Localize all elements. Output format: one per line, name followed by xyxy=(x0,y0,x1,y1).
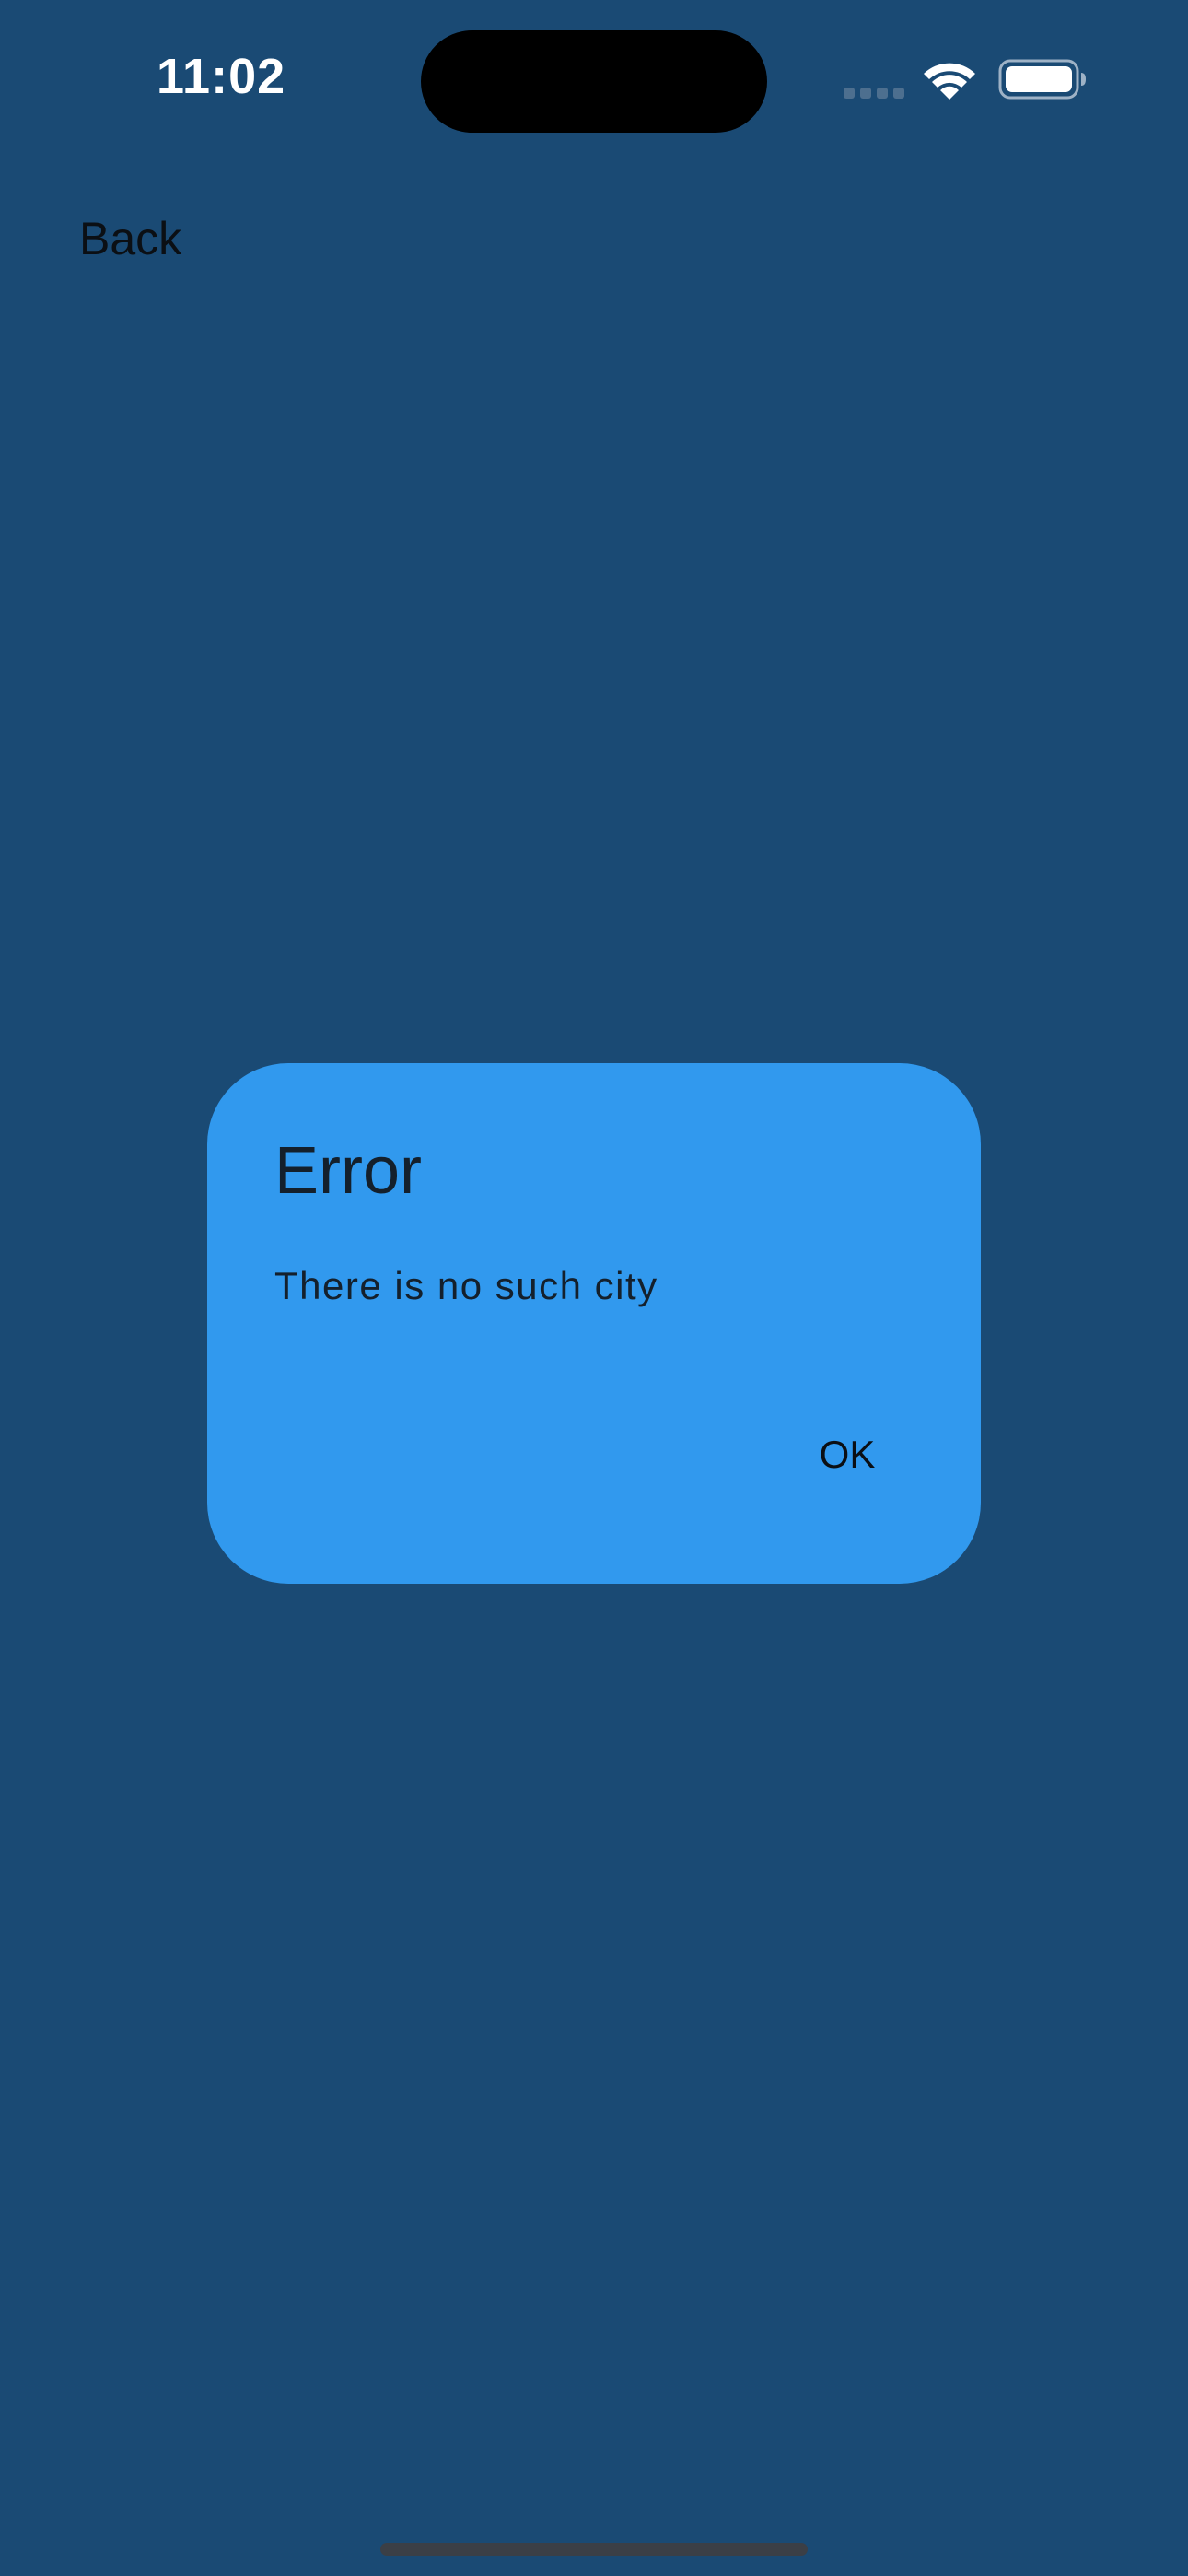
error-dialog: Error There is no such city OK xyxy=(207,1063,981,1584)
wifi-icon xyxy=(924,63,975,100)
dialog-message: There is no such city xyxy=(274,1264,658,1307)
home-indicator[interactable] xyxy=(380,2543,808,2556)
status-bar: 11:02 xyxy=(0,0,1188,161)
cellular-signal-icon xyxy=(844,88,904,99)
dialog-title: Error xyxy=(274,1134,422,1208)
battery-icon xyxy=(998,59,1086,100)
back-button[interactable]: Back xyxy=(79,212,181,265)
status-time: 11:02 xyxy=(157,49,286,104)
ok-button[interactable]: OK xyxy=(778,1404,916,1505)
dynamic-island xyxy=(421,30,767,133)
